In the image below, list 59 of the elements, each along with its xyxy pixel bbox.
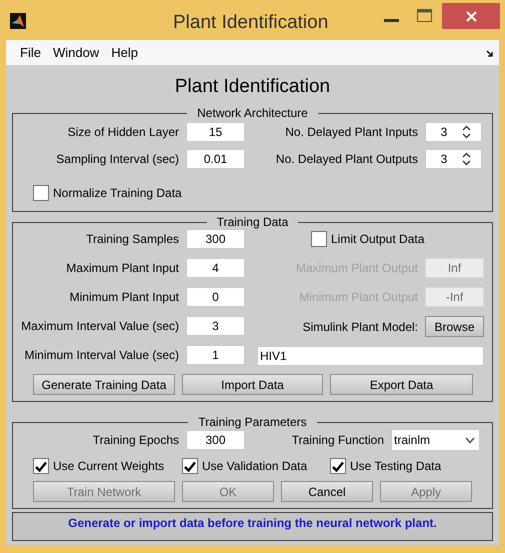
close-icon <box>466 10 476 22</box>
field-label: Training Epochs <box>92 432 180 449</box>
field-label: Minimum Interval Value (sec) <box>24 347 180 364</box>
input-field[interactable]: 3 <box>186 316 245 336</box>
close-button[interactable] <box>442 3 500 29</box>
spinner-field[interactable]: 3 <box>425 149 482 169</box>
heading: Plant Identification <box>174 75 332 99</box>
button[interactable]: Generate Training Data <box>33 374 175 395</box>
check-icon <box>332 460 344 472</box>
input-field[interactable]: 15 <box>186 122 245 142</box>
dropdown[interactable]: trainlm <box>391 429 480 451</box>
panel-title: Training Parameters <box>197 415 308 429</box>
maximize-icon[interactable] <box>417 9 432 22</box>
field-label: Maximum Interval Value (sec) <box>20 318 180 335</box>
window-title: Plant Identification <box>173 11 328 35</box>
checkbox[interactable] <box>330 458 346 474</box>
field-label: Simulink Plant Model: <box>302 318 419 336</box>
checkbox[interactable] <box>311 231 327 247</box>
field-label: Training Samples <box>85 231 180 248</box>
checkbox-label: Use Current Weights <box>53 458 164 475</box>
field-label: No. Delayed Plant Outputs <box>274 151 419 168</box>
checkbox[interactable] <box>33 458 49 474</box>
input-field[interactable]: 300 <box>186 430 245 450</box>
input-field[interactable]: 0.01 <box>186 149 245 169</box>
checkbox[interactable] <box>33 185 49 201</box>
chevron-down-icon <box>465 436 475 444</box>
check-icon <box>35 460 47 472</box>
spin-arrows-icon <box>462 125 471 139</box>
field-label: Maximum Plant Input <box>65 260 180 277</box>
menu-item[interactable]: Help <box>105 42 144 62</box>
app-logo-icon <box>10 13 26 29</box>
field-label: Size of Hidden Layer <box>66 124 180 141</box>
checkbox-label: Use Testing Data <box>350 458 442 475</box>
status-message: Generate or import data before training the neural network plant. <box>12 512 493 541</box>
panel-title: Network Architecture <box>196 106 309 120</box>
panel-title: Training Data <box>216 215 290 229</box>
field-label: Sampling Interval (sec) <box>55 151 180 168</box>
field-label: Training Function <box>290 432 385 449</box>
checkbox[interactable] <box>182 458 198 474</box>
input-field[interactable]: HIV1 <box>257 346 484 366</box>
button[interactable]: Browse <box>425 316 484 337</box>
button[interactable]: Cancel <box>281 481 373 502</box>
check-icon <box>184 460 196 472</box>
field-label: Minimum Plant Input <box>68 289 180 306</box>
field-label: No. Delayed Plant Inputs <box>284 124 419 141</box>
button[interactable]: Import Data <box>182 374 323 395</box>
input-field[interactable]: 4 <box>186 258 245 278</box>
dock-arrow-icon[interactable] <box>486 50 493 57</box>
spinner-field[interactable]: 3 <box>425 122 482 142</box>
input-field[interactable]: 0 <box>186 287 245 307</box>
menu-item[interactable]: File <box>14 42 47 62</box>
button[interactable]: Export Data <box>330 374 473 395</box>
checkbox-label: Limit Output Data <box>331 231 424 248</box>
menu-item[interactable]: Window <box>46 42 106 62</box>
spin-arrows-icon <box>462 152 471 166</box>
input-field[interactable]: 300 <box>186 229 245 249</box>
checkbox-label: Normalize Training Data <box>53 185 182 202</box>
checkbox-label: Use Validation Data <box>202 458 308 475</box>
input-field[interactable]: 1 <box>186 345 245 365</box>
